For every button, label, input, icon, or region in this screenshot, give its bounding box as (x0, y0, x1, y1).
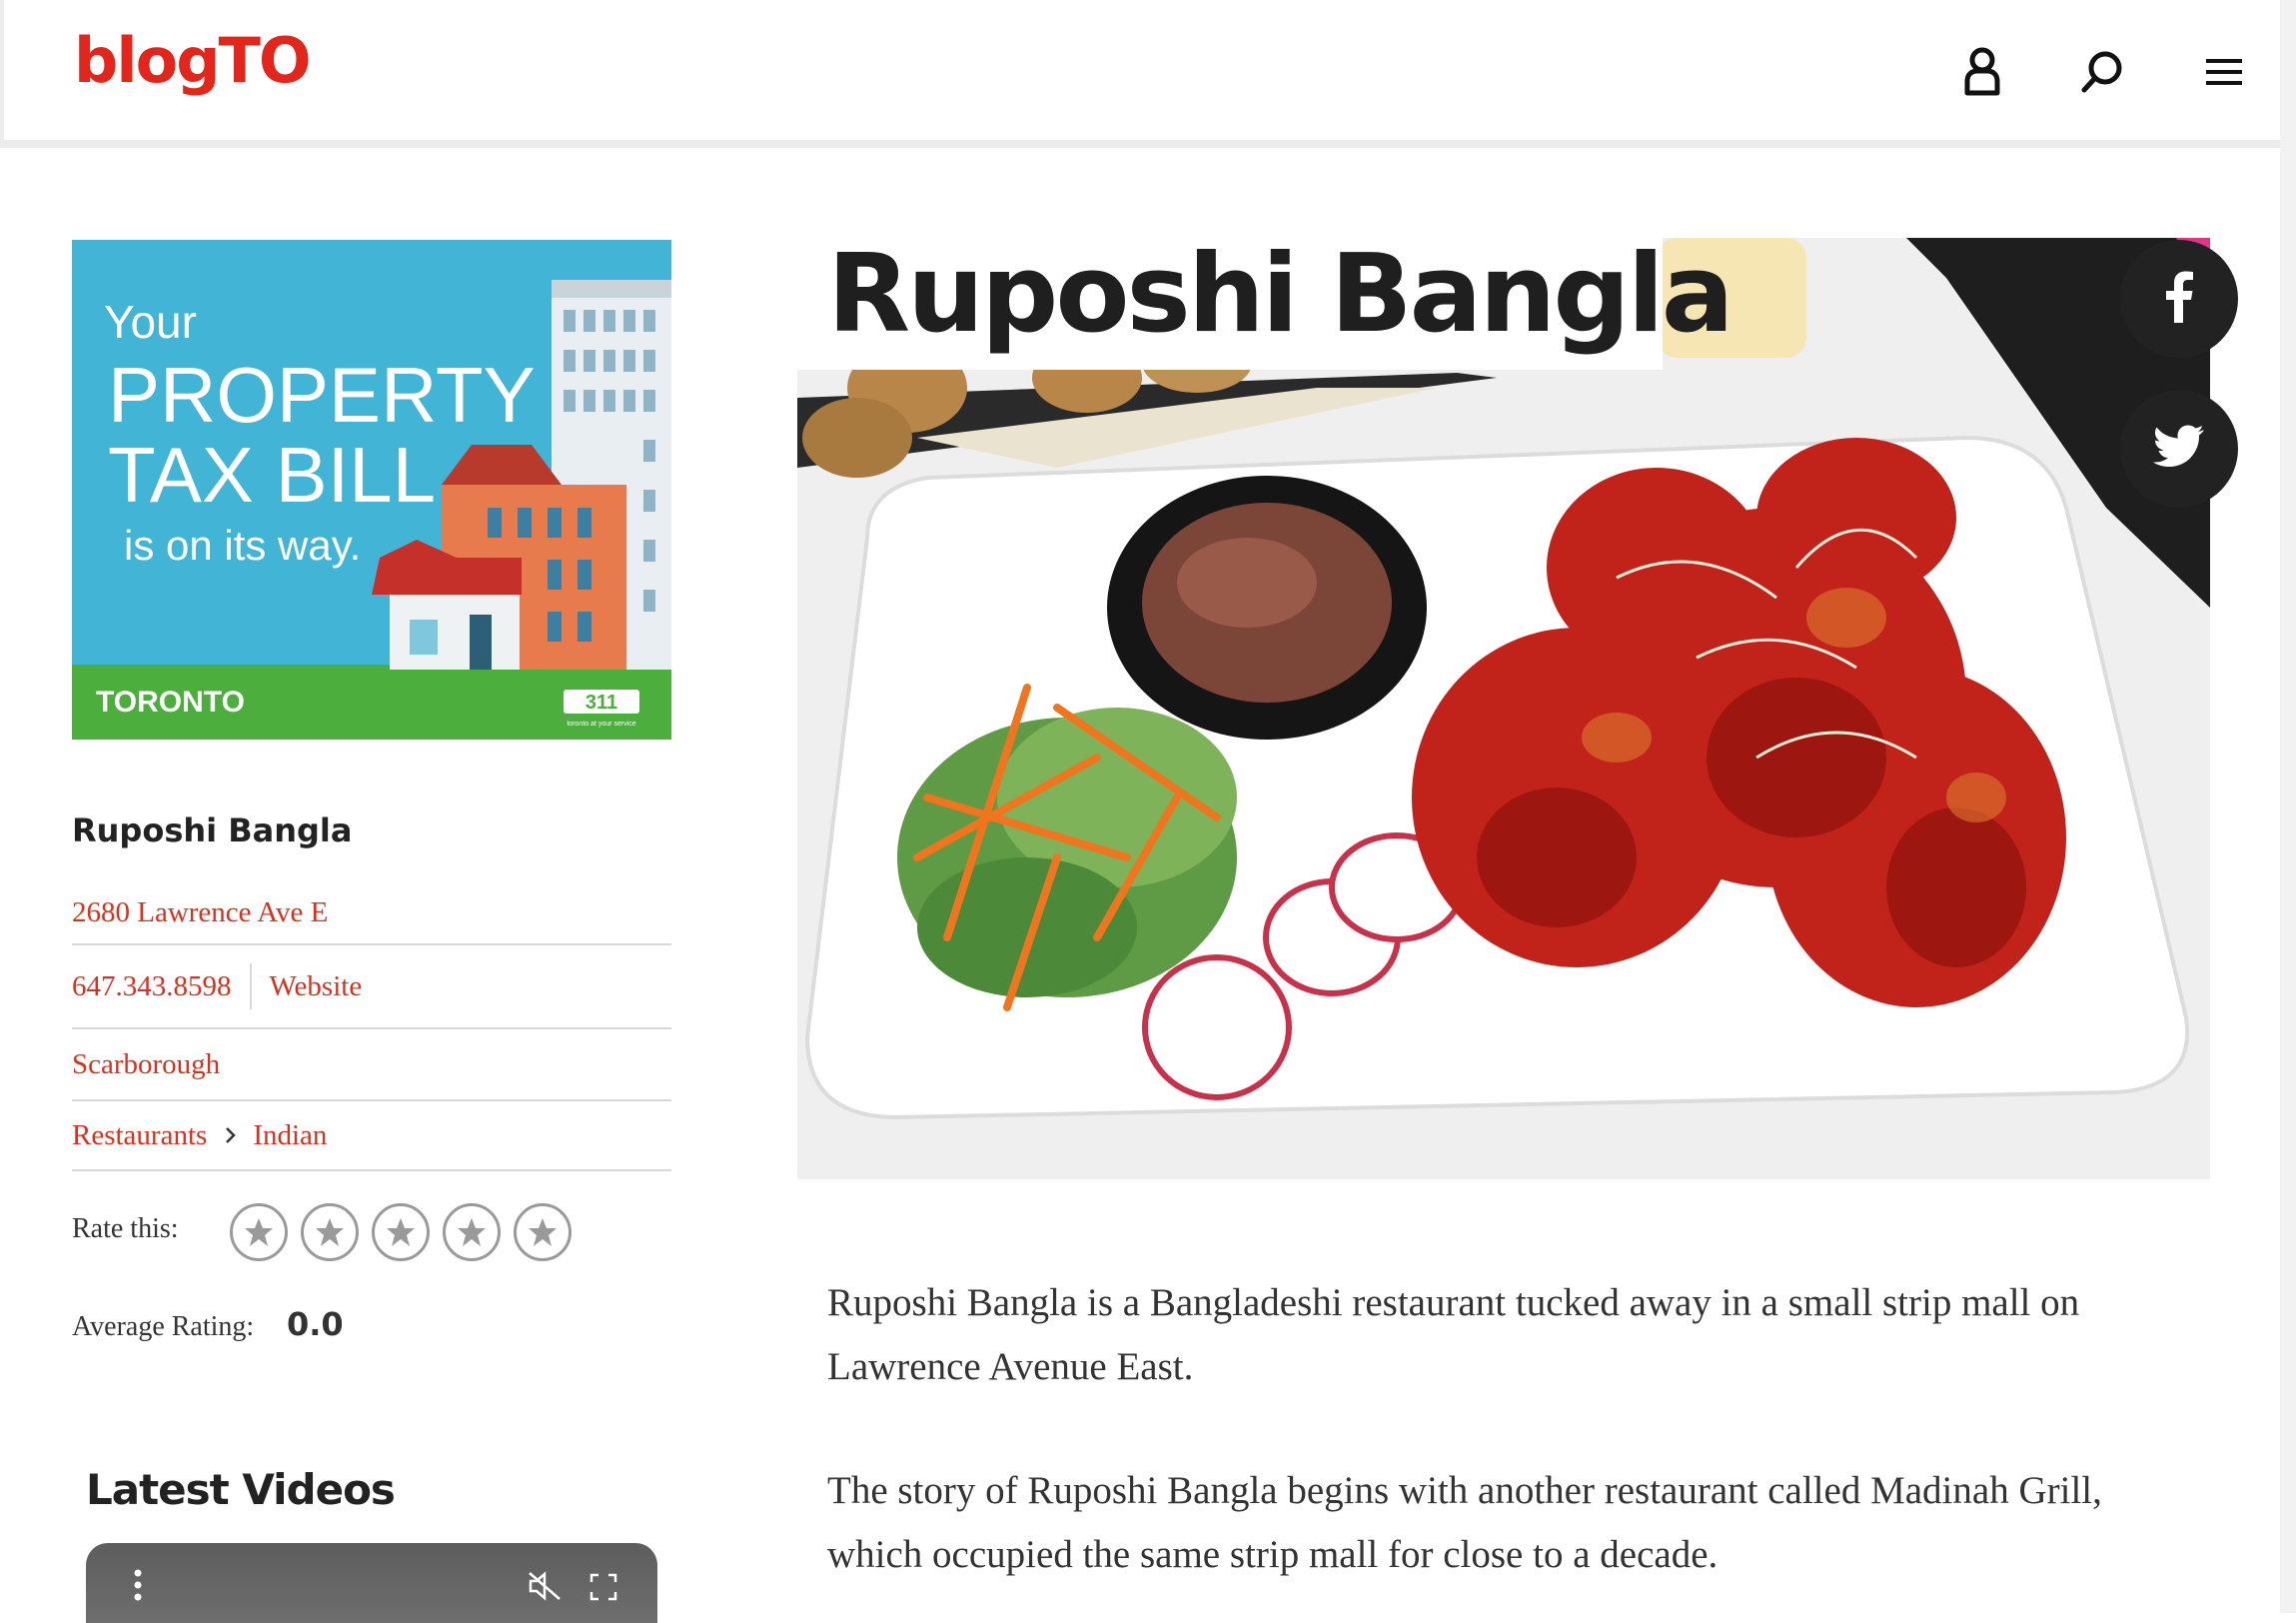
ad-line-3: TAX BILL (108, 431, 436, 519)
divider (249, 963, 252, 1009)
fullscreen-icon[interactable] (589, 1573, 617, 1606)
page: blogTO Your PROPERTY TAX BILL is on its … (0, 0, 2280, 1623)
chevron-right-icon (225, 1126, 237, 1144)
contact-row: 647.343.8598 Website (72, 945, 671, 1029)
ad-line-4: is on its way. (124, 522, 361, 569)
facebook-share-button[interactable] (2120, 240, 2238, 358)
rate-star-2[interactable] (301, 1203, 359, 1261)
ad-line-1: Your (104, 296, 197, 348)
video-player[interactable] (86, 1543, 657, 1623)
category-link[interactable]: Restaurants (72, 1119, 207, 1152)
rate-star-4[interactable] (443, 1203, 501, 1261)
phone-link[interactable]: 647.343.8598 (72, 970, 232, 1003)
ad-badge-sub: toronto at your service (567, 721, 635, 728)
article-paragraph-1: Ruposhi Bangla is a Bangladeshi restaura… (827, 1281, 2080, 1388)
listing-name: Ruposhi Bangla (72, 812, 353, 849)
address-row: 2680 Lawrence Ave E (72, 881, 671, 945)
address-link[interactable]: 2680 Lawrence Ave E (72, 896, 328, 929)
rate-star-3[interactable] (372, 1203, 430, 1261)
more-options-icon[interactable] (134, 1569, 142, 1610)
latest-videos-title: Latest Videos (86, 1465, 396, 1514)
ad-badge: 311 (585, 692, 617, 714)
website-link[interactable]: Website (270, 970, 363, 1003)
hero-food-image (797, 238, 2210, 1179)
page-gutter (2280, 0, 2296, 1613)
facebook-icon (2164, 271, 2194, 328)
mute-icon[interactable] (528, 1571, 562, 1606)
rate-star-1[interactable] (230, 1203, 288, 1261)
average-rating-label: Average Rating: (72, 1311, 255, 1342)
neighbourhood-row: Scarborough (72, 1029, 671, 1101)
rate-label: Rate this: (72, 1213, 179, 1244)
property-tax-ad[interactable]: Your PROPERTY TAX BILL is on its way. TO… (72, 240, 671, 740)
article-paragraph-2: The story of Ruposhi Bangla begins with … (827, 1469, 2102, 1576)
page-title: Ruposhi Bangla (827, 232, 1734, 357)
user-icon[interactable] (1954, 44, 2010, 100)
rate-star-5[interactable] (514, 1203, 572, 1261)
ad-brand: TORONTO (96, 686, 245, 719)
twitter-icon (2153, 425, 2205, 474)
search-icon[interactable] (2074, 44, 2130, 100)
twitter-share-button[interactable] (2120, 390, 2238, 508)
site-header: blogTO (0, 0, 2280, 148)
site-logo[interactable]: blogTO (74, 24, 312, 97)
average-rating-value: 0.0 (287, 1305, 344, 1343)
ad-line-2: PROPERTY (108, 351, 536, 439)
subcategory-link[interactable]: Indian (253, 1119, 327, 1152)
rating-stars (230, 1203, 572, 1261)
neighbourhood-link[interactable]: Scarborough (72, 1048, 220, 1081)
menu-icon[interactable] (2196, 44, 2252, 100)
category-row: Restaurants Indian (72, 1101, 671, 1171)
